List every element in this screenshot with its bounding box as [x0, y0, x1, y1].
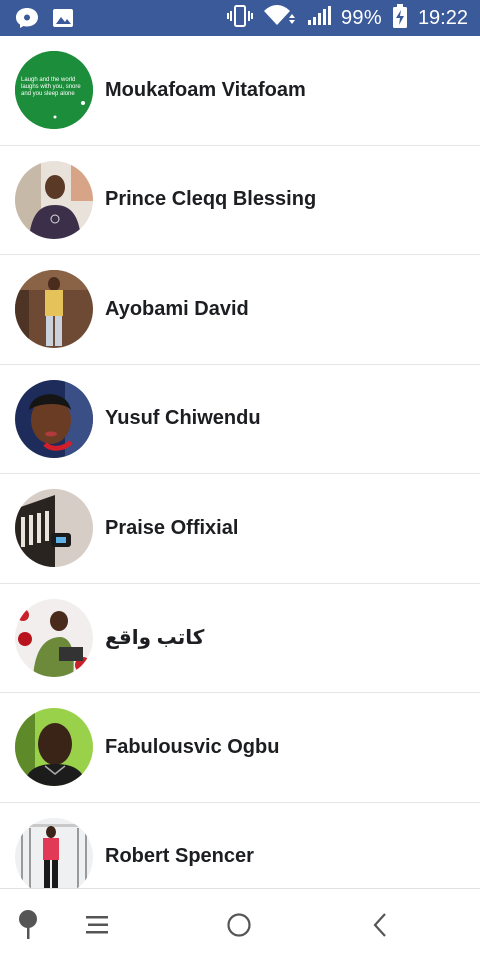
contact-name: Moukafoam Vitafoam: [105, 78, 306, 101]
home-icon[interactable]: [221, 907, 257, 943]
avatar: Laugh and the world laughs with you, sno…: [15, 51, 93, 130]
list-item[interactable]: Fabulousvic Ogbu: [0, 693, 480, 803]
svg-text:and you sleep alone: and you sleep alone: [21, 91, 75, 97]
list-item[interactable]: Laugh and the world laughs with you, sno…: [0, 36, 480, 146]
avatar: [15, 160, 93, 239]
list-item[interactable]: Prince Cleqq Blessing: [0, 146, 480, 255]
pin-icon[interactable]: [10, 907, 46, 943]
vibrate-icon: [227, 4, 253, 33]
navigation-bar: [0, 888, 480, 961]
list-item[interactable]: Ayobami David: [0, 255, 480, 365]
contact-list: Laugh and the world laughs with you, sno…: [0, 36, 480, 888]
avatar: [15, 598, 93, 677]
contact-name: Prince Cleqq Blessing: [105, 188, 317, 211]
avatar: [15, 817, 93, 888]
avatar: [15, 379, 93, 458]
signal-icon: [307, 5, 331, 31]
clock-time: 19:22: [417, 6, 468, 29]
back-icon[interactable]: [362, 907, 398, 943]
list-item[interactable]: Robert Spencer: [0, 803, 480, 888]
contact-name: Praise Offixial: [105, 516, 239, 539]
contact-name: Robert Spencer: [105, 845, 254, 868]
messenger-icon: [14, 6, 40, 35]
list-item[interactable]: Praise Offixial: [0, 474, 480, 584]
list-item[interactable]: كاتب واقع: [0, 584, 480, 693]
list-item[interactable]: Yusuf Chiwendu: [0, 365, 480, 474]
contact-name: Yusuf Chiwendu: [105, 407, 261, 430]
battery-percent: 99%: [341, 6, 382, 29]
menu-icon[interactable]: [80, 907, 116, 943]
wifi-icon: [263, 4, 297, 33]
contact-name: Ayobami David: [105, 297, 249, 320]
battery-charging-icon: [392, 3, 408, 33]
svg-text:Laugh and the world: Laugh and the world: [21, 77, 75, 83]
contact-name: كاتب واقع: [105, 627, 205, 650]
status-bar: 99% 19:22: [0, 0, 480, 36]
svg-text:laughs with you, snore: laughs with you, snore: [21, 84, 81, 90]
image-icon: [52, 7, 74, 34]
avatar: [15, 708, 93, 787]
avatar: [15, 270, 93, 349]
contact-name: Fabulousvic Ogbu: [105, 735, 280, 758]
avatar: [15, 489, 93, 568]
